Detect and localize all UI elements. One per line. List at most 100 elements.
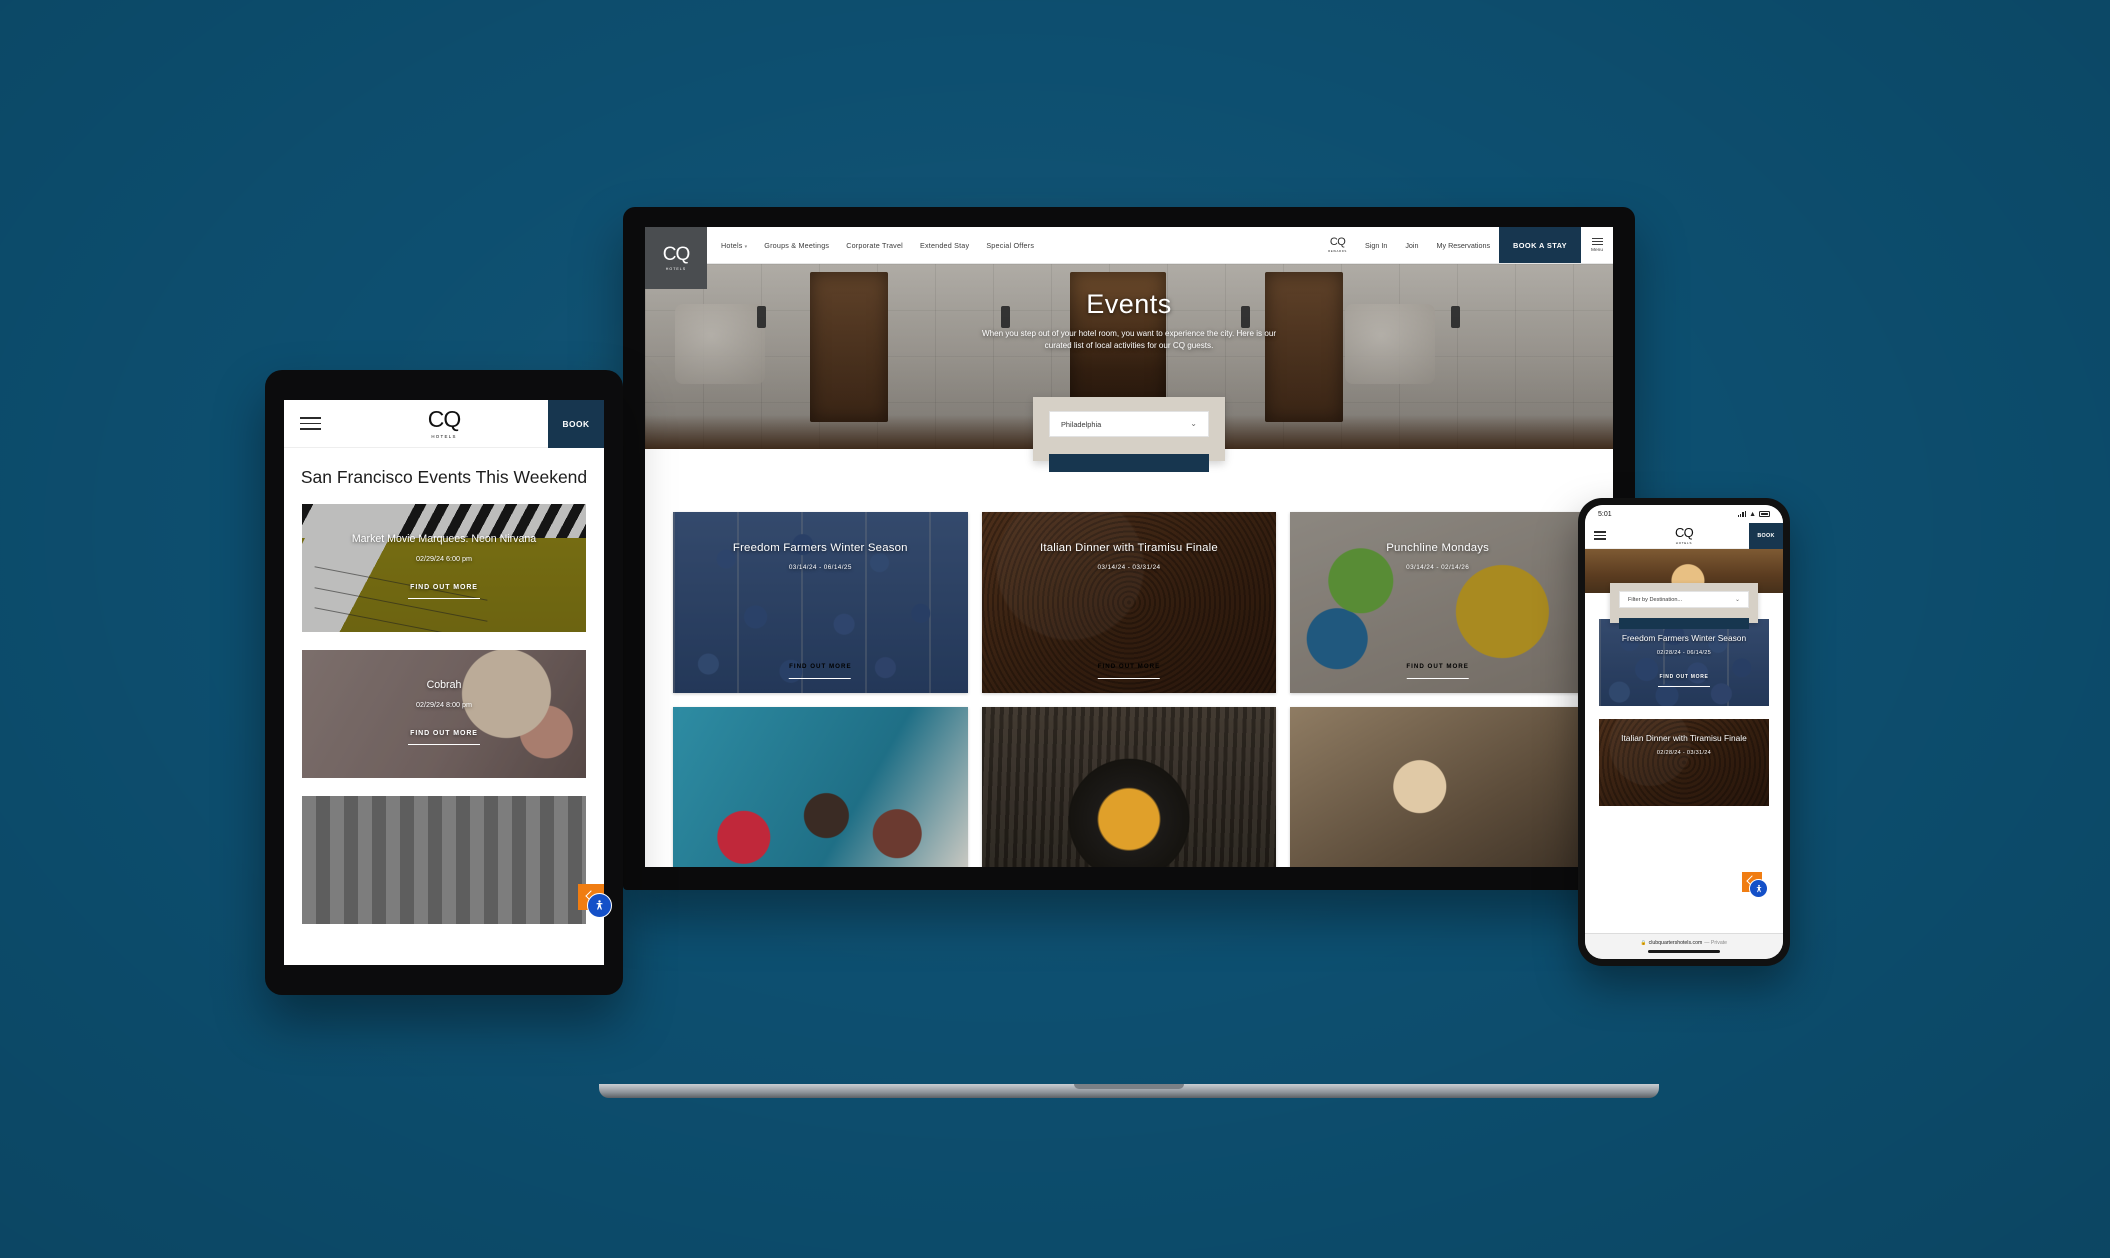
tablet-viewport: CQ HOTELS BOOK San Francisco Events This… xyxy=(284,400,604,965)
event-card[interactable] xyxy=(302,796,586,924)
cta-underline xyxy=(1097,677,1160,679)
logo-mark: CQ xyxy=(662,244,690,265)
hamburger-icon[interactable] xyxy=(300,413,321,434)
nav-item-groups-meetings[interactable]: Groups & Meetings xyxy=(764,241,829,250)
tablet-navbar: CQ HOTELS BOOK xyxy=(284,400,604,448)
wifi-icon: ▲ xyxy=(1749,510,1756,518)
destination-filter-card: Filter by Destination... ⌄ xyxy=(1610,583,1758,629)
phone-navbar: CQ HOTELS BOOK xyxy=(1585,522,1783,549)
book-button[interactable]: BOOK xyxy=(1749,522,1783,549)
nav-item-sign-in[interactable]: Sign In xyxy=(1356,227,1396,263)
laptop-notch xyxy=(1074,1084,1184,1089)
nav-item-join[interactable]: Join xyxy=(1396,227,1427,263)
cta-underline xyxy=(1658,685,1710,687)
accessibility-widget[interactable] xyxy=(578,884,618,924)
event-date: 02/29/24 6:00 pm xyxy=(416,554,472,563)
event-title: Italian Dinner with Tiramisu Finale xyxy=(1621,733,1747,743)
event-card[interactable]: Market Movie Marquees: Neon Nirvana 02/2… xyxy=(302,504,586,632)
page-heading: San Francisco Events This Weekend xyxy=(300,467,588,487)
cq-hotels-logo[interactable]: CQ HOTELS xyxy=(427,406,461,440)
book-a-stay-button[interactable]: BOOK A STAY xyxy=(1499,227,1581,263)
nav-item-special-offers[interactable]: Special Offers xyxy=(986,241,1034,250)
logo-sub: HOTELS xyxy=(431,434,457,439)
filter-submit-button[interactable] xyxy=(1619,618,1749,629)
event-card[interactable]: Italian Dinner with Tiramisu Finale 02/2… xyxy=(1599,719,1769,806)
chevron-down-icon: ⌄ xyxy=(1734,596,1740,603)
cta-underline xyxy=(408,744,480,746)
desktop-navbar: Hotels ▾ Groups & Meetings Corporate Trav… xyxy=(645,227,1613,264)
book-button[interactable]: BOOK xyxy=(548,400,604,448)
event-card[interactable]: Italian Dinner with Tiramisu Finale 03/1… xyxy=(981,512,1277,693)
event-card[interactable]: Freedom Farmers Winter Season 03/14/24 -… xyxy=(673,512,968,693)
find-out-more-link[interactable]: FIND OUT MORE xyxy=(1658,665,1710,687)
find-out-more-link[interactable]: FIND OUT MORE xyxy=(789,655,852,679)
events-grid-section: Freedom Farmers Winter Season 03/14/24 -… xyxy=(645,449,1613,867)
nav-item-hotels[interactable]: Hotels ▾ xyxy=(721,241,747,250)
event-date: 02/28/24 - 03/31/24 xyxy=(1656,749,1712,756)
url-display[interactable]: 🔒 clubquartershotels.com — Private xyxy=(1641,940,1727,946)
event-card[interactable]: Cobrah 02/29/24 8:00 pm FIND OUT MORE xyxy=(302,650,586,778)
find-out-more-link[interactable]: FIND OUT MORE xyxy=(408,576,480,600)
accessibility-icon[interactable] xyxy=(1749,879,1768,898)
destination-select-placeholder: Filter by Destination... xyxy=(1628,596,1683,603)
cta-underline xyxy=(408,598,480,600)
card-content: Market Movie Marquees: Neon Nirvana 02/2… xyxy=(302,504,586,632)
accessibility-widget[interactable] xyxy=(1742,872,1774,904)
event-title: Market Movie Marquees: Neon Nirvana xyxy=(351,533,537,545)
nav-item-my-reservations[interactable]: My Reservations xyxy=(1428,227,1500,263)
destination-select[interactable]: Philadelphia ⌄ xyxy=(1049,411,1209,437)
page-title: Events xyxy=(1086,289,1172,319)
nav-item-corporate-travel[interactable]: Corporate Travel xyxy=(846,241,903,250)
desktop-secondary-nav: CQ REWARDS Sign In Join My Reservations … xyxy=(1319,227,1613,263)
find-out-more-link[interactable]: FIND OUT MORE xyxy=(1406,655,1469,679)
destination-select[interactable]: Filter by Destination... ⌄ xyxy=(1619,591,1749,608)
filter-submit-button[interactable] xyxy=(1049,454,1209,472)
laptop-device: Hotels ▾ Groups & Meetings Corporate Trav… xyxy=(599,207,1659,1098)
cq-hotels-logo[interactable]: CQ HOTELS xyxy=(1675,526,1694,545)
nav-label: Hotels xyxy=(721,240,743,250)
cta-underline xyxy=(789,677,852,679)
menu-label: Menu xyxy=(1591,248,1603,254)
event-card[interactable] xyxy=(981,707,1277,867)
desktop-viewport: Hotels ▾ Groups & Meetings Corporate Trav… xyxy=(645,227,1613,867)
event-title: Italian Dinner with Tiramisu Finale xyxy=(1040,542,1218,554)
cq-hotels-logo[interactable]: CQ HOTELS xyxy=(645,227,707,289)
cta-label: FIND OUT MORE xyxy=(1659,673,1709,680)
logo-sub: HOTELS xyxy=(665,267,687,271)
events-list: Market Movie Marquees: Neon Nirvana 02/2… xyxy=(284,504,604,924)
cta-label: FIND OUT MORE xyxy=(1406,662,1469,670)
event-card[interactable]: Freedom Farmers Winter Season 02/28/24 -… xyxy=(1599,619,1769,706)
private-label: — Private xyxy=(1704,940,1728,946)
event-date: 03/14/24 - 06/14/25 xyxy=(788,564,852,571)
person-accessibility-icon xyxy=(596,900,603,910)
desktop-primary-nav: Hotels ▾ Groups & Meetings Corporate Trav… xyxy=(721,227,1034,263)
find-out-more-link[interactable]: FIND OUT MORE xyxy=(408,722,480,746)
find-out-more-link[interactable]: FIND OUT MORE xyxy=(1097,655,1161,679)
logo-mark: CQ xyxy=(427,406,461,432)
accessibility-icon[interactable] xyxy=(587,893,612,918)
hamburger-icon[interactable] xyxy=(1594,529,1606,542)
event-card[interactable]: Punchline Mondays 03/14/24 - 02/14/26 FI… xyxy=(1290,512,1585,693)
card-content: Italian Dinner with Tiramisu Finale 02/2… xyxy=(1599,719,1769,806)
events-grid: Freedom Farmers Winter Season 03/14/24 -… xyxy=(673,512,1585,867)
event-card[interactable] xyxy=(1290,707,1585,867)
event-title: Cobrah xyxy=(426,679,462,691)
logo-sub: HOTELS xyxy=(1675,540,1693,545)
browser-url-bar[interactable]: 🔒 clubquartershotels.com — Private xyxy=(1585,933,1783,959)
laptop-base xyxy=(599,1084,1659,1098)
event-title: Punchline Mondays xyxy=(1386,542,1490,554)
lock-icon: 🔒 xyxy=(1640,940,1647,945)
event-title: Freedom Farmers Winter Season xyxy=(732,542,908,554)
cq-rewards-logo[interactable]: CQ REWARDS xyxy=(1319,227,1356,263)
event-date: 02/28/24 - 06/14/25 xyxy=(1656,649,1712,656)
cta-label: FIND OUT MORE xyxy=(410,730,478,737)
event-date: 03/14/24 - 03/31/24 xyxy=(1097,564,1161,571)
cq-rewards-mark: CQ xyxy=(1329,235,1346,248)
event-card[interactable] xyxy=(673,707,968,867)
event-card-image xyxy=(1290,707,1585,867)
menu-button[interactable]: Menu xyxy=(1581,227,1613,263)
nav-item-extended-stay[interactable]: Extended Stay xyxy=(920,241,969,250)
cq-rewards-sub: REWARDS xyxy=(1328,249,1347,254)
event-card-image xyxy=(302,796,586,924)
url-text: clubquartershotels.com xyxy=(1648,940,1703,946)
